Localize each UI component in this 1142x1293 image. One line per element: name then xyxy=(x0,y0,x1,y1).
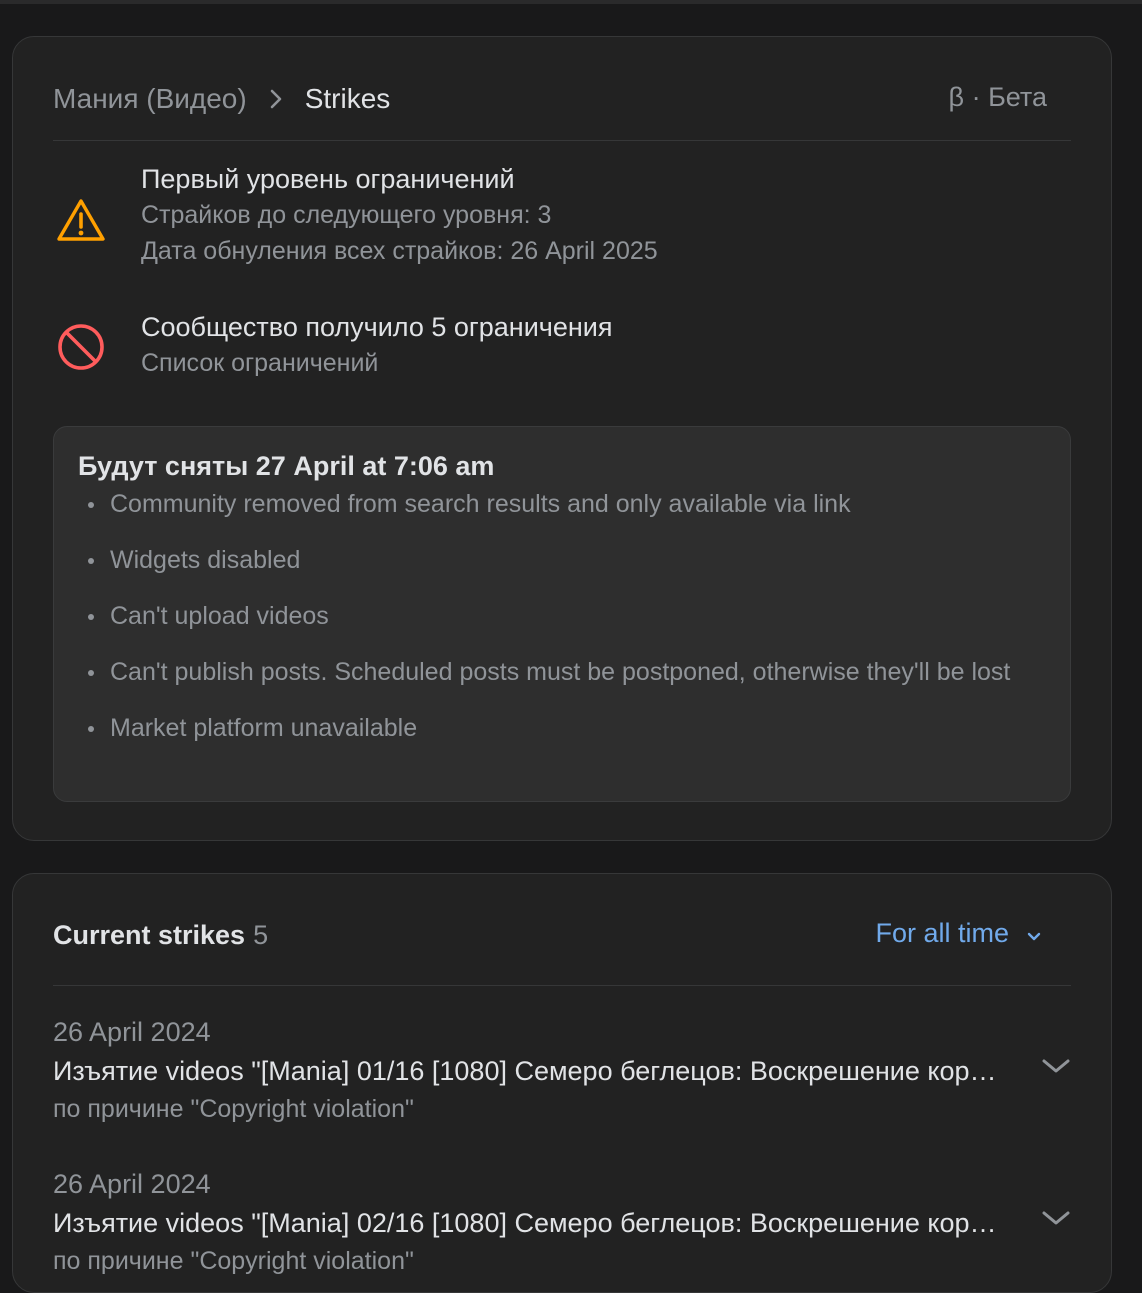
strike-reason: по причине "Copyright violation" xyxy=(53,1095,414,1123)
restrictions-title: Сообщество получило 5 ограничения xyxy=(141,312,613,342)
list-item: Can't publish posts. Scheduled posts mus… xyxy=(88,657,1030,687)
restrictions-details-box: Будут сняты 27 April at 7:06 am Communit… xyxy=(53,426,1071,802)
level-title: Первый уровень ограничений xyxy=(141,164,515,194)
list-item: Widgets disabled xyxy=(88,545,1030,575)
strike-item[interactable]: 26 April 2024 Изъятие videos "[Mania] 01… xyxy=(53,1013,1071,1127)
strike-date: 26 April 2024 xyxy=(53,1017,211,1047)
removal-date-heading: Будут сняты 27 April at 7:06 am xyxy=(78,451,495,481)
breadcrumb-parent-link[interactable]: Мания (Видео) xyxy=(53,83,247,115)
strike-reason: по причине "Copyright violation" xyxy=(53,1247,414,1275)
expand-chevron-icon[interactable] xyxy=(1041,1057,1071,1080)
strike-title: Изъятие videos "[Mania] 02/16 [1080] Сем… xyxy=(53,1208,1003,1238)
beta-badge: β · Бета xyxy=(948,82,1047,112)
restrictions-list: Community removed from search results an… xyxy=(88,489,1030,769)
period-filter-label: For all time xyxy=(875,918,1009,948)
restrictions-list-link[interactable]: Список ограничений xyxy=(141,345,612,381)
page-header: Мания (Видео) Strikes β · Бета xyxy=(53,37,1071,141)
warning-triangle-icon xyxy=(53,193,109,249)
strikes-reset-date: Дата обнуления всех страйков: 26 April 2… xyxy=(141,237,658,265)
list-item: Market platform unavailable xyxy=(88,713,1030,743)
current-strikes-label: Current strikes xyxy=(53,920,246,950)
strike-date: 26 April 2024 xyxy=(53,1169,211,1199)
strikes-to-next-level: Страйков до следующего уровня: 3 xyxy=(141,201,552,229)
strikes-summary-card: Мания (Видео) Strikes β · Бета Первый ур… xyxy=(12,36,1112,841)
top-border xyxy=(0,0,1142,4)
restrictions-info: Сообщество получило 5 ограничения Список… xyxy=(141,309,612,381)
chevron-down-icon xyxy=(1009,918,1041,949)
strike-title: Изъятие videos "[Mania] 01/16 [1080] Сем… xyxy=(53,1056,1003,1086)
list-item: Community removed from search results an… xyxy=(88,489,1030,519)
current-strikes-title: Current strikes 5 xyxy=(53,920,268,951)
restriction-level-row: Первый уровень ограничений Страйков до с… xyxy=(53,161,1071,281)
list-item: Can't upload videos xyxy=(88,601,1030,631)
chevron-right-icon xyxy=(269,88,283,110)
breadcrumb: Мания (Видео) Strikes xyxy=(53,83,390,115)
current-strikes-card: Current strikes 5 For all time 26 April 2… xyxy=(12,873,1112,1293)
level-info: Первый уровень ограничений Страйков до с… xyxy=(141,161,658,269)
restrictions-row: Сообщество получило 5 ограничения Список… xyxy=(53,309,1071,389)
strikes-count: 5 xyxy=(253,920,269,950)
current-strikes-header: Current strikes 5 For all time xyxy=(53,874,1071,986)
block-icon xyxy=(53,319,109,375)
strike-item[interactable]: 26 April 2024 Изъятие videos "[Mania] 02… xyxy=(53,1165,1071,1279)
period-filter-dropdown[interactable]: For all time xyxy=(875,918,1041,949)
breadcrumb-current: Strikes xyxy=(304,83,391,114)
expand-chevron-icon[interactable] xyxy=(1041,1209,1071,1232)
